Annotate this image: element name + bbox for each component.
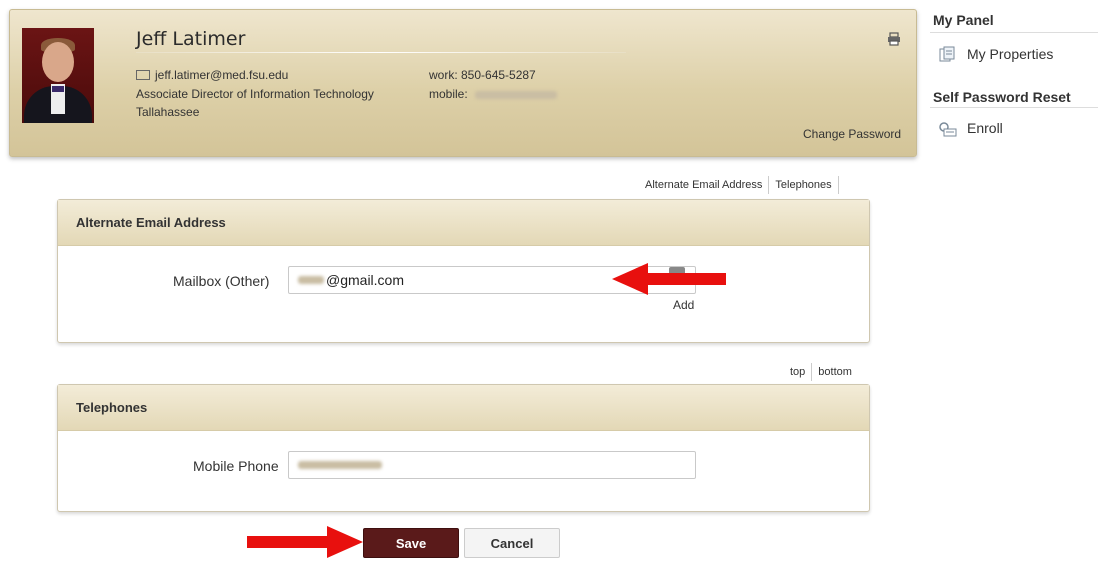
anchor-top-link[interactable]: top [790,366,805,378]
self-password-reset-heading: Self Password Reset [933,89,1071,105]
page-anchor-nav: top bottom [790,363,852,381]
mailbox-other-value: @gmail.com [326,272,405,288]
redacted-email-user [298,276,324,284]
redacted-mobile [475,90,558,99]
printer-icon[interactable] [887,32,901,46]
divider [930,107,1098,108]
work-phone: work: 850-645-5287 [429,68,536,82]
telephones-section: Telephones [57,384,870,512]
mobile-phone-label: Mobile Phone [193,458,279,474]
section-title: Telephones [58,385,869,431]
my-panel-heading: My Panel [933,12,994,28]
mailbox-other-label: Mailbox (Other) [173,273,270,289]
profile-name: Jeff Latimer [136,28,246,50]
enroll-link[interactable]: Enroll [938,119,1098,139]
mobile-phone-row: mobile: [429,87,558,101]
profile-title: Associate Director of Information Techno… [136,87,374,101]
arrow-left-annotation [612,263,726,295]
redacted-mobile-value [298,461,382,469]
cancel-button[interactable]: Cancel [464,528,560,558]
anchor-telephones-link[interactable]: Telephones [775,179,831,191]
mobile-label: mobile: [429,87,468,101]
properties-icon [939,46,955,62]
divider [136,52,626,53]
enroll-label: Enroll [967,120,1003,136]
mail-icon [136,69,150,80]
my-properties-link[interactable]: My Properties [938,45,1098,65]
profile-card: Jeff Latimer jeff.latimer@med.fsu.edu As… [9,9,917,157]
section-anchor-nav: Alternate Email Address Telephones [645,176,845,194]
my-properties-label: My Properties [967,46,1054,62]
add-button[interactable]: Add [673,298,694,312]
key-icon [939,122,957,137]
anchor-alt-email-link[interactable]: Alternate Email Address [645,179,762,191]
email-row: jeff.latimer@med.fsu.edu [136,68,288,82]
section-title: Alternate Email Address [58,200,869,246]
profile-location: Tallahassee [136,105,200,119]
save-button[interactable]: Save [363,528,459,558]
anchor-bottom-link[interactable]: bottom [818,366,852,378]
profile-email: jeff.latimer@med.fsu.edu [155,68,289,82]
change-password-link[interactable]: Change Password [803,127,901,141]
avatar [22,28,94,123]
divider [930,32,1098,33]
arrow-right-annotation [247,526,363,558]
